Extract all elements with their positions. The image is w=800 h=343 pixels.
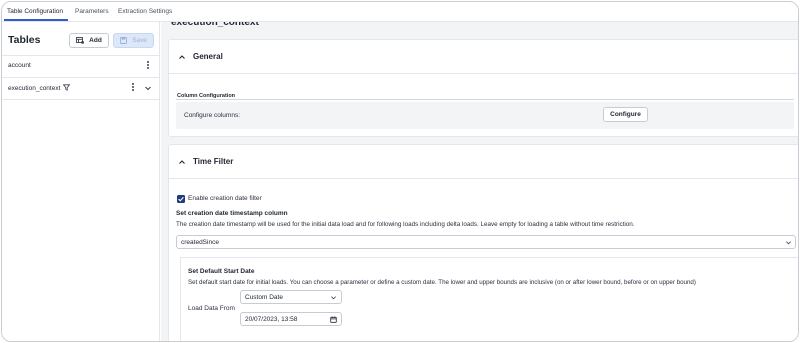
tab-extraction-settings[interactable]: Extraction Settings: [118, 8, 172, 15]
general-card: General Column Configuration Configure c…: [168, 39, 798, 137]
save-button[interactable]: Save: [113, 33, 154, 48]
time-filter-card: Time Filter Enable creation date filter …: [168, 144, 798, 341]
kebab-menu-icon[interactable]: [129, 82, 137, 94]
general-card-header[interactable]: General: [169, 40, 798, 74]
load-data-from-value: 20/07/2023, 13:58: [245, 316, 298, 323]
configure-columns-label: Configure columns:: [184, 112, 240, 119]
selected-table-title: execution_context: [171, 22, 259, 28]
load-data-from-datetime-input[interactable]: 20/07/2023, 13:58: [240, 312, 342, 326]
calendar-icon[interactable]: [330, 316, 337, 323]
default-start-date-section: Set Default Start Date Set default start…: [180, 257, 798, 341]
time-filter-title: Time Filter: [193, 157, 234, 166]
table-list-item-execution-context[interactable]: execution_context: [2, 78, 160, 100]
table-list-item-label: execution_context: [8, 84, 71, 92]
chevron-down-icon[interactable]: [144, 84, 152, 92]
tab-parameters[interactable]: Parameters: [75, 8, 109, 15]
kebab-menu-icon[interactable]: [144, 60, 152, 72]
load-data-from-label: Load Data From: [188, 305, 235, 312]
add-button[interactable]: Add: [69, 33, 109, 48]
filter-icon: [62, 84, 71, 91]
enable-creation-date-checkbox[interactable]: [177, 195, 185, 203]
start-date-type-select[interactable]: Custom Date: [240, 290, 342, 304]
default-start-date-heading: Set Default Start Date: [188, 268, 255, 275]
chevron-up-icon[interactable]: [178, 158, 186, 166]
section-divider: [176, 99, 794, 100]
chevron-up-icon[interactable]: [178, 53, 186, 61]
tab-table-configuration[interactable]: Table Configuration: [7, 8, 63, 15]
enable-creation-date-label: Enable creation date filter: [188, 195, 262, 202]
save-button-label: Save: [132, 37, 147, 44]
timestamp-column-description: The creation date timestamp will be used…: [176, 221, 635, 228]
checkmark-icon: [178, 196, 184, 202]
timestamp-column-heading: Set creation date timestamp column: [176, 210, 288, 217]
active-tab-indicator: [4, 19, 68, 21]
save-icon: [120, 37, 128, 44]
tab-bar: Table Configuration Parameters Extractio…: [2, 2, 798, 22]
add-button-label: Add: [89, 37, 102, 44]
chevron-down-icon: [786, 241, 791, 245]
table-list-item-account[interactable]: account: [2, 56, 160, 78]
general-title: General: [193, 52, 223, 61]
timestamp-column-select[interactable]: createdSince: [176, 235, 796, 249]
table-list-item-label: account: [8, 62, 31, 69]
tables-sidebar: Tables Add Save account execution_contex…: [2, 22, 160, 341]
tables-title: Tables: [8, 34, 41, 46]
add-table-icon: [76, 37, 85, 44]
configure-columns-row: Configure columns: Configure: [176, 102, 794, 129]
timestamp-column-value: createdSince: [181, 239, 219, 246]
chevron-down-icon: [331, 296, 336, 300]
configure-button[interactable]: Configure: [603, 107, 648, 122]
start-date-type-value: Custom Date: [245, 294, 283, 301]
app-window: Table Configuration Parameters Extractio…: [1, 1, 799, 342]
table-config-panel: execution_context General Column Configu…: [161, 22, 798, 341]
default-start-date-description: Set default start date for initial loads…: [188, 279, 696, 286]
time-filter-card-header[interactable]: Time Filter: [169, 145, 798, 179]
